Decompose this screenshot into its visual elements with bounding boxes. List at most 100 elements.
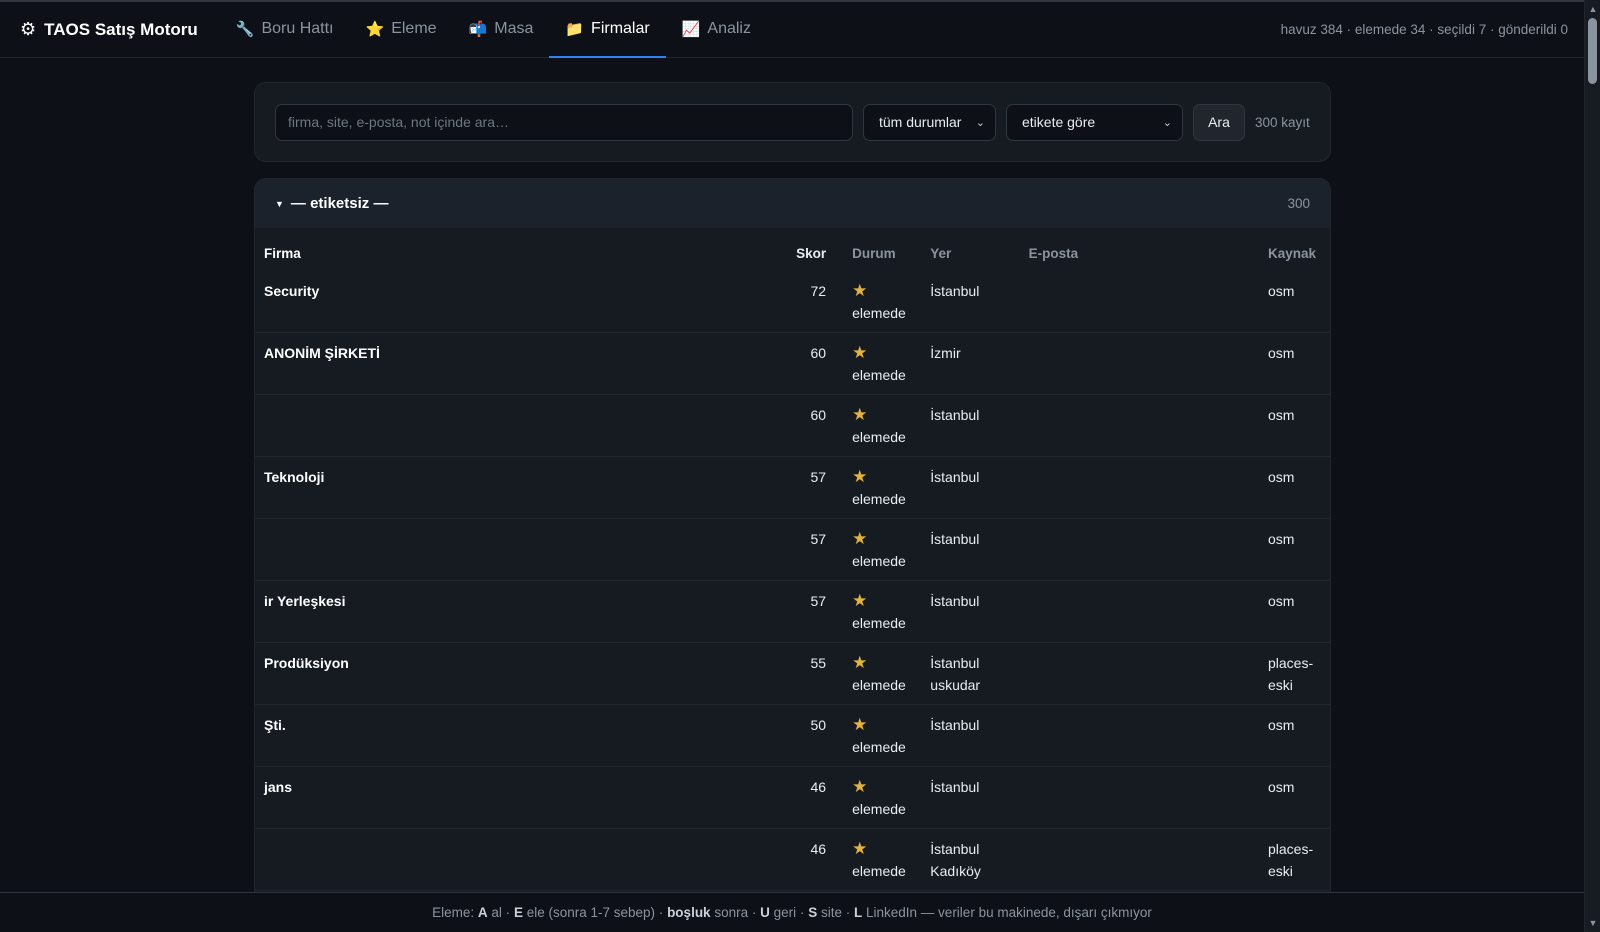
email-cell[interactable] (1019, 642, 1259, 705)
table-row[interactable]: jans 46 ★ elemede İstanbul osm (255, 766, 1330, 829)
firms-table: Firma Skor Durum Yer E-posta Kaynak Secu… (255, 228, 1330, 891)
status-select-value: tüm durumlar (879, 114, 962, 130)
star-icon: ★ (852, 653, 868, 672)
nav-item-firmalar[interactable]: 📁 Firmalar (549, 2, 666, 58)
location-city: İstanbul (930, 407, 980, 423)
status-cell: ★ elemede (835, 332, 922, 395)
scroll-up-arrow-icon[interactable]: ▲ (1588, 4, 1598, 14)
score-cell: 57 (786, 580, 836, 643)
column-header-kaynak[interactable]: Kaynak (1259, 228, 1330, 271)
firm-name-text: jans (264, 779, 293, 795)
firm-name[interactable]: Şti. (255, 704, 787, 767)
email-cell[interactable] (1019, 580, 1259, 643)
status-cell: ★ elemede (835, 394, 922, 457)
location-district: Kadıköy (930, 863, 981, 879)
location-city: İstanbul (930, 717, 980, 733)
firm-name[interactable] (255, 518, 787, 581)
firm-name[interactable]: Prodüksiyon (255, 642, 787, 705)
table-row[interactable]: ANONİM ŞİRKETİ 60 ★ elemede İzmir osm (255, 332, 1330, 395)
table-row[interactable]: Security 72 ★ elemede İstanbul osm (255, 271, 1330, 333)
column-header-eposta[interactable]: E-posta (1020, 228, 1259, 271)
status-text: elemede (852, 367, 906, 383)
location-city: İstanbul (930, 469, 980, 485)
nav-item-masa[interactable]: 📬 Masa (453, 2, 550, 58)
email-cell[interactable] (1019, 271, 1259, 333)
score-cell: 60 (786, 332, 836, 395)
firm-name[interactable] (255, 828, 787, 891)
shortcut-desc: geri · (773, 905, 805, 920)
email-cell[interactable] (1019, 828, 1259, 891)
nav-item-analiz[interactable]: 📈 Analiz (666, 2, 767, 58)
email-cell[interactable] (1019, 704, 1259, 767)
search-button[interactable]: Ara (1193, 103, 1245, 141)
table-row[interactable]: Prodüksiyon 55 ★ elemede İstanbul uskudar plac… (255, 642, 1330, 705)
shortcut-key: E (513, 905, 523, 920)
table-row[interactable]: Teknoloji 57 ★ elemede İstanbul osm (255, 456, 1330, 519)
column-header-skor[interactable]: Skor (786, 228, 835, 271)
firm-name[interactable]: ir Yerleşkesi (255, 580, 787, 643)
firm-name-text: Şti. (264, 717, 286, 733)
table-row[interactable]: ir Yerleşkesi 57 ★ elemede İstanbul osm (255, 580, 1330, 643)
location-cell: İzmir (921, 332, 1020, 395)
source-cell: osm (1258, 766, 1330, 829)
source-cell: places-eski (1258, 642, 1330, 705)
firm-name[interactable]: jans (255, 766, 787, 829)
score-cell: 72 (786, 271, 836, 333)
status-text: elemede (852, 615, 906, 631)
wrench-icon: 🔧 (235, 20, 255, 38)
score-cell: 57 (786, 518, 836, 581)
chevron-down-icon: ⌄ (1162, 116, 1172, 129)
email-cell[interactable] (1019, 394, 1259, 457)
group-header[interactable]: ▼ — etiketsiz — 300 (255, 179, 1330, 228)
location-cell: İstanbul (921, 394, 1020, 457)
table-row[interactable]: 57 ★ elemede İstanbul osm (255, 518, 1330, 581)
nav-item-boru-hatti[interactable]: 🔧 Boru Hattı (220, 2, 350, 58)
group-title-label: — etiketsiz — (290, 195, 389, 212)
email-cell[interactable] (1019, 518, 1259, 581)
location-city: İstanbul (930, 655, 980, 671)
email-cell[interactable] (1019, 766, 1259, 829)
email-cell[interactable] (1019, 456, 1259, 519)
table-row[interactable]: Şti. 50 ★ elemede İstanbul osm (255, 704, 1330, 767)
brand-title: TAOS Satış Motoru (44, 19, 198, 39)
table-row[interactable]: 46 ★ elemede İstanbul Kadıköy places-eski (255, 828, 1330, 891)
table-row[interactable]: 60 ★ elemede İstanbul osm (255, 394, 1330, 457)
column-header-yer[interactable]: Yer (921, 228, 1019, 271)
source-cell: osm (1258, 271, 1330, 333)
tag-select[interactable]: etikete göre ⌄ (1006, 103, 1183, 141)
scroll-down-arrow-icon[interactable]: ▼ (1588, 918, 1598, 928)
status-text: elemede (852, 739, 906, 755)
firm-name[interactable]: Security (255, 271, 787, 333)
column-header-firma[interactable]: Firma (255, 228, 786, 271)
nav-item-eleme[interactable]: ⭐ Eleme (350, 2, 453, 58)
status-select[interactable]: tüm durumlar ⌄ (863, 103, 996, 141)
footer-text: Eleme: A al · E ele (sonra 1-7 sebep) · … (432, 905, 1152, 920)
scrollbar-thumb[interactable] (1588, 18, 1597, 84)
shortcut-desc: sonra · (714, 905, 757, 920)
status-cell: ★ elemede (835, 642, 922, 705)
brand[interactable]: ⚙ TAOS Satış Motoru (20, 19, 198, 40)
score-cell: 57 (786, 456, 836, 519)
source-cell: osm (1258, 332, 1330, 395)
firm-name[interactable]: ANONİM ŞİRKETİ (255, 332, 787, 395)
location-district: uskudar (930, 677, 981, 693)
search-input[interactable] (275, 103, 853, 141)
star-icon: ★ (852, 343, 868, 362)
firm-name[interactable]: Teknoloji (255, 456, 787, 519)
source-cell: osm (1258, 518, 1330, 581)
nav-item-label: Masa (494, 19, 534, 37)
star-icon: ★ (852, 405, 868, 424)
location-city: İzmir (930, 345, 961, 361)
email-cell[interactable] (1019, 332, 1259, 395)
nav-item-label: Analiz (707, 19, 751, 37)
page-scrollbar[interactable]: ▲ ▼ (1584, 0, 1600, 932)
chevron-down-icon: ⌄ (975, 116, 985, 129)
location-city: İstanbul (930, 779, 980, 795)
firm-name[interactable] (255, 394, 787, 457)
shortcut-desc: ele (sonra 1-7 sebep) · (526, 905, 664, 920)
search-panel: tüm durumlar ⌄ etikete göre ⌄ Ara 300 ka… (254, 82, 1331, 162)
column-header-durum[interactable]: Durum (835, 228, 921, 271)
record-count: 300 kayıt (1255, 114, 1310, 130)
location-cell: İstanbul (921, 271, 1020, 333)
source-cell: osm (1258, 704, 1330, 767)
